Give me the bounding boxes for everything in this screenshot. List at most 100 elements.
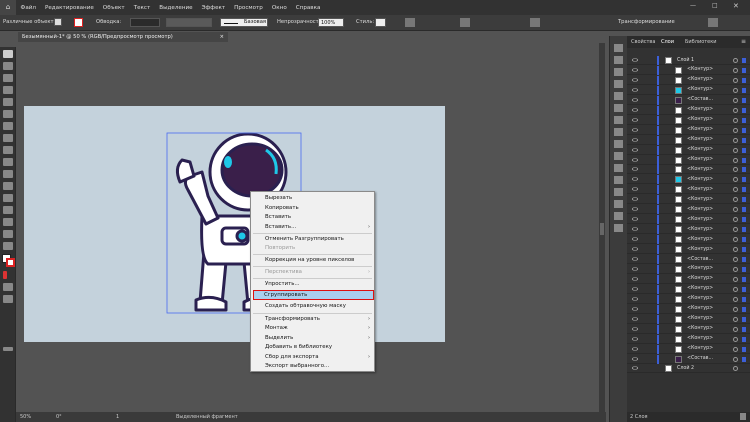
- target-circle-icon[interactable]: [733, 346, 738, 352]
- magic-wand-tool-icon[interactable]: [3, 74, 13, 82]
- selection-indicator[interactable]: [742, 97, 746, 103]
- ctx-transform[interactable]: Трансформировать: [265, 316, 320, 322]
- target-circle-icon[interactable]: [733, 227, 738, 233]
- ctx-arrange[interactable]: Монтаж: [265, 325, 288, 331]
- selection-indicator[interactable]: [742, 137, 746, 143]
- selection-indicator[interactable]: [742, 316, 746, 322]
- target-circle-icon[interactable]: [733, 257, 738, 262]
- gradient-panel-icon[interactable]: [614, 104, 623, 112]
- window-close-button[interactable]: ✕: [733, 2, 739, 10]
- visibility-eye-icon[interactable]: [632, 117, 638, 122]
- edit-toolbar-icon[interactable]: [3, 347, 13, 351]
- shape-builder-tool-icon[interactable]: [3, 206, 13, 214]
- selection-indicator[interactable]: [742, 326, 746, 332]
- visibility-eye-icon[interactable]: [632, 68, 638, 72]
- selection-indicator[interactable]: [742, 356, 746, 362]
- ctx-simplify[interactable]: Упростить...: [265, 281, 300, 287]
- sublayer-row[interactable]: <Контур>: [627, 274, 750, 284]
- menu-item-window[interactable]: Окно: [267, 5, 291, 11]
- visibility-eye-icon[interactable]: [632, 267, 638, 271]
- menu-item-text[interactable]: Текст: [129, 5, 155, 11]
- zoom-level[interactable]: 50%: [20, 414, 31, 420]
- tab-properties[interactable]: Свойства: [631, 39, 655, 45]
- gradient-tool-icon[interactable]: [3, 218, 13, 226]
- visibility-eye-icon[interactable]: [632, 137, 638, 142]
- sublayer-row[interactable]: <Контур>: [627, 125, 750, 135]
- distribute-icon[interactable]: [460, 18, 470, 27]
- direct-selection-tool-icon[interactable]: [3, 62, 13, 70]
- visibility-eye-icon[interactable]: [632, 296, 638, 301]
- target-circle-icon[interactable]: [733, 197, 738, 203]
- type-tool-icon[interactable]: [3, 134, 13, 142]
- ctx-copy[interactable]: Копировать: [265, 205, 299, 211]
- selection-indicator[interactable]: [742, 207, 746, 213]
- sublayer-row[interactable]: <Контур>: [627, 185, 750, 195]
- target-circle-icon[interactable]: [733, 117, 738, 123]
- ctx-select[interactable]: Выделить: [265, 335, 293, 341]
- selection-indicator[interactable]: [742, 177, 746, 183]
- visibility-eye-icon[interactable]: [632, 336, 638, 341]
- document-tab[interactable]: Безымянный-1* @ 50 % (RGB/Предпросмотр п…: [18, 32, 228, 42]
- artboard-number[interactable]: 1: [116, 414, 119, 420]
- target-circle-icon[interactable]: [733, 207, 738, 213]
- selection-indicator[interactable]: [742, 266, 746, 272]
- visibility-eye-icon[interactable]: [632, 147, 638, 152]
- sublayer-row[interactable]: <Контур>: [627, 75, 750, 85]
- visibility-eye-icon[interactable]: [632, 247, 638, 251]
- selection-indicator[interactable]: [742, 336, 746, 342]
- target-circle-icon[interactable]: [733, 316, 738, 322]
- brushes-panel-icon[interactable]: [614, 68, 623, 76]
- selection-indicator[interactable]: [742, 67, 746, 73]
- fill-swatch[interactable]: [54, 18, 62, 26]
- symbols-panel-icon[interactable]: [614, 80, 623, 88]
- stroke-swatch[interactable]: [74, 18, 83, 27]
- target-circle-icon[interactable]: [733, 356, 738, 362]
- target-circle-icon[interactable]: [733, 127, 738, 133]
- sublayer-row[interactable]: <Контур>: [627, 155, 750, 165]
- target-circle-icon[interactable]: [733, 157, 738, 163]
- selection-indicator[interactable]: [742, 247, 746, 253]
- sublayer-row[interactable]: <Контур>: [627, 195, 750, 205]
- visibility-eye-icon[interactable]: [632, 237, 638, 241]
- selection-indicator[interactable]: [742, 237, 746, 243]
- sublayer-row[interactable]: <Контур>: [627, 175, 750, 185]
- visibility-eye-icon[interactable]: [632, 257, 638, 261]
- variable-width-select[interactable]: [166, 18, 212, 27]
- eraser-tool-icon[interactable]: [3, 158, 13, 166]
- menu-item-help[interactable]: Справка: [291, 5, 325, 11]
- visibility-eye-icon[interactable]: [632, 88, 638, 92]
- visibility-eye-icon[interactable]: [632, 326, 638, 331]
- menu-item-select[interactable]: Выделение: [155, 5, 197, 11]
- target-circle-icon[interactable]: [733, 336, 738, 342]
- eyedropper-tool-icon[interactable]: [3, 194, 13, 202]
- menu-item-effect[interactable]: Эффект: [197, 5, 230, 11]
- opacity-input[interactable]: 100%: [318, 18, 344, 27]
- canvas-vertical-scrollbar[interactable]: [599, 43, 605, 412]
- window-minimize-button[interactable]: —: [690, 2, 696, 9]
- sublayer-row[interactable]: <Контур>: [627, 135, 750, 145]
- sublayer-row[interactable]: <Контур>: [627, 264, 750, 274]
- selection-indicator[interactable]: [742, 257, 746, 262]
- character-panel-icon[interactable]: [614, 188, 623, 196]
- rotation-angle[interactable]: 0°: [56, 414, 62, 420]
- ctx-add-to-library[interactable]: Добавить в библиотеку: [265, 344, 332, 350]
- target-circle-icon[interactable]: [733, 167, 738, 173]
- zoom-tool-icon[interactable]: [3, 242, 13, 250]
- transform-label[interactable]: Трансформирование: [618, 19, 675, 25]
- screen-mode-icon[interactable]: [3, 295, 13, 303]
- visibility-eye-icon[interactable]: [632, 177, 638, 182]
- visibility-eye-icon[interactable]: [632, 346, 638, 351]
- selection-indicator[interactable]: [742, 217, 746, 223]
- selection-indicator[interactable]: [742, 306, 746, 312]
- visibility-eye-icon[interactable]: [632, 287, 638, 291]
- menu-item-edit[interactable]: Редактирование: [40, 5, 98, 11]
- visibility-eye-icon[interactable]: [632, 227, 638, 231]
- rotate-tool-icon[interactable]: [3, 146, 13, 154]
- selection-indicator[interactable]: [742, 286, 746, 292]
- selection-indicator[interactable]: [742, 117, 746, 123]
- opentype-panel-icon[interactable]: [614, 212, 623, 220]
- transparency-panel-icon[interactable]: [614, 116, 623, 124]
- selection-indicator[interactable]: [742, 296, 746, 302]
- visibility-eye-icon[interactable]: [632, 197, 638, 202]
- paragraph-panel-icon[interactable]: [614, 200, 623, 208]
